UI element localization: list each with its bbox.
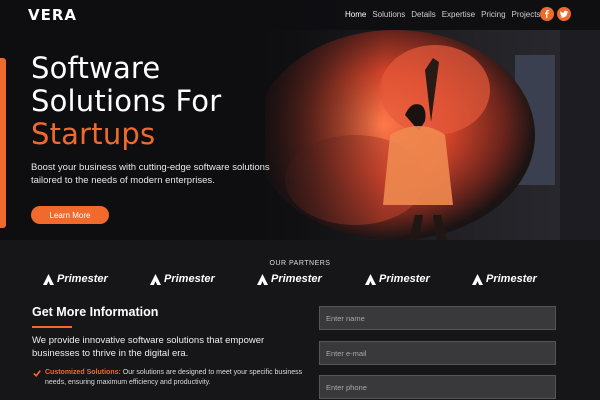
partner-name: Primester bbox=[486, 273, 537, 285]
info-text: We provide innovative software solutions… bbox=[32, 335, 265, 359]
partners-title: OUR PARTNERS bbox=[269, 260, 331, 267]
twitter-icon bbox=[560, 10, 568, 18]
nav-expertise[interactable]: Expertise bbox=[442, 10, 475, 19]
header: VERA Home Solutions Details Expertise Pr… bbox=[0, 0, 600, 30]
primester-logo-icon bbox=[365, 273, 376, 285]
primester-logo-icon bbox=[472, 273, 483, 285]
partner-name: Primester bbox=[164, 273, 215, 285]
primester-logo-icon bbox=[257, 273, 268, 285]
phone-input[interactable] bbox=[319, 375, 556, 399]
partner-name: Primester bbox=[271, 273, 322, 285]
main-nav: Home Solutions Details Expertise Pricing… bbox=[345, 10, 540, 19]
hero-title: Software Solutions For Startups bbox=[31, 52, 221, 151]
feature-bullet-title: Customized Solutions: bbox=[45, 369, 121, 376]
info-title: Get More Information bbox=[32, 305, 159, 319]
check-icon bbox=[33, 370, 41, 377]
email-input[interactable] bbox=[319, 341, 556, 365]
facebook-icon bbox=[545, 10, 549, 18]
partner-logo[interactable]: Primester bbox=[365, 273, 430, 285]
hero-title-highlight: Startups bbox=[31, 117, 156, 151]
feature-bullet: Customized Solutions: Our solutions are … bbox=[33, 368, 313, 388]
primester-logo-icon bbox=[43, 273, 54, 285]
partner-logo[interactable]: Primester bbox=[150, 273, 215, 285]
primester-logo-icon bbox=[150, 273, 161, 285]
nav-solutions[interactable]: Solutions bbox=[372, 10, 405, 19]
hero-title-line-2: Solutions For bbox=[31, 84, 222, 118]
accent-bar bbox=[0, 58, 6, 228]
partner-name: Primester bbox=[57, 273, 108, 285]
info-title-underline bbox=[32, 326, 72, 328]
hero-title-line-1: Software bbox=[31, 51, 161, 85]
nav-pricing[interactable]: Pricing bbox=[481, 10, 505, 19]
nav-projects[interactable]: Projects bbox=[512, 10, 541, 19]
partner-logo[interactable]: Primester bbox=[472, 273, 537, 285]
facebook-button[interactable] bbox=[540, 7, 554, 21]
partner-logo[interactable]: Primester bbox=[43, 273, 108, 285]
partner-logo[interactable]: Primester bbox=[257, 273, 322, 285]
learn-more-button[interactable]: Learn More bbox=[31, 206, 109, 224]
hero-description: Boost your business with cutting-edge so… bbox=[31, 162, 270, 186]
twitter-button[interactable] bbox=[557, 7, 571, 21]
nav-home[interactable]: Home bbox=[345, 10, 366, 19]
nav-details[interactable]: Details bbox=[411, 10, 435, 19]
hero-section: Software Solutions For Startups Boost yo… bbox=[0, 0, 600, 240]
partner-name: Primester bbox=[379, 273, 430, 285]
logo[interactable]: VERA bbox=[28, 6, 77, 24]
name-input[interactable] bbox=[319, 306, 556, 330]
